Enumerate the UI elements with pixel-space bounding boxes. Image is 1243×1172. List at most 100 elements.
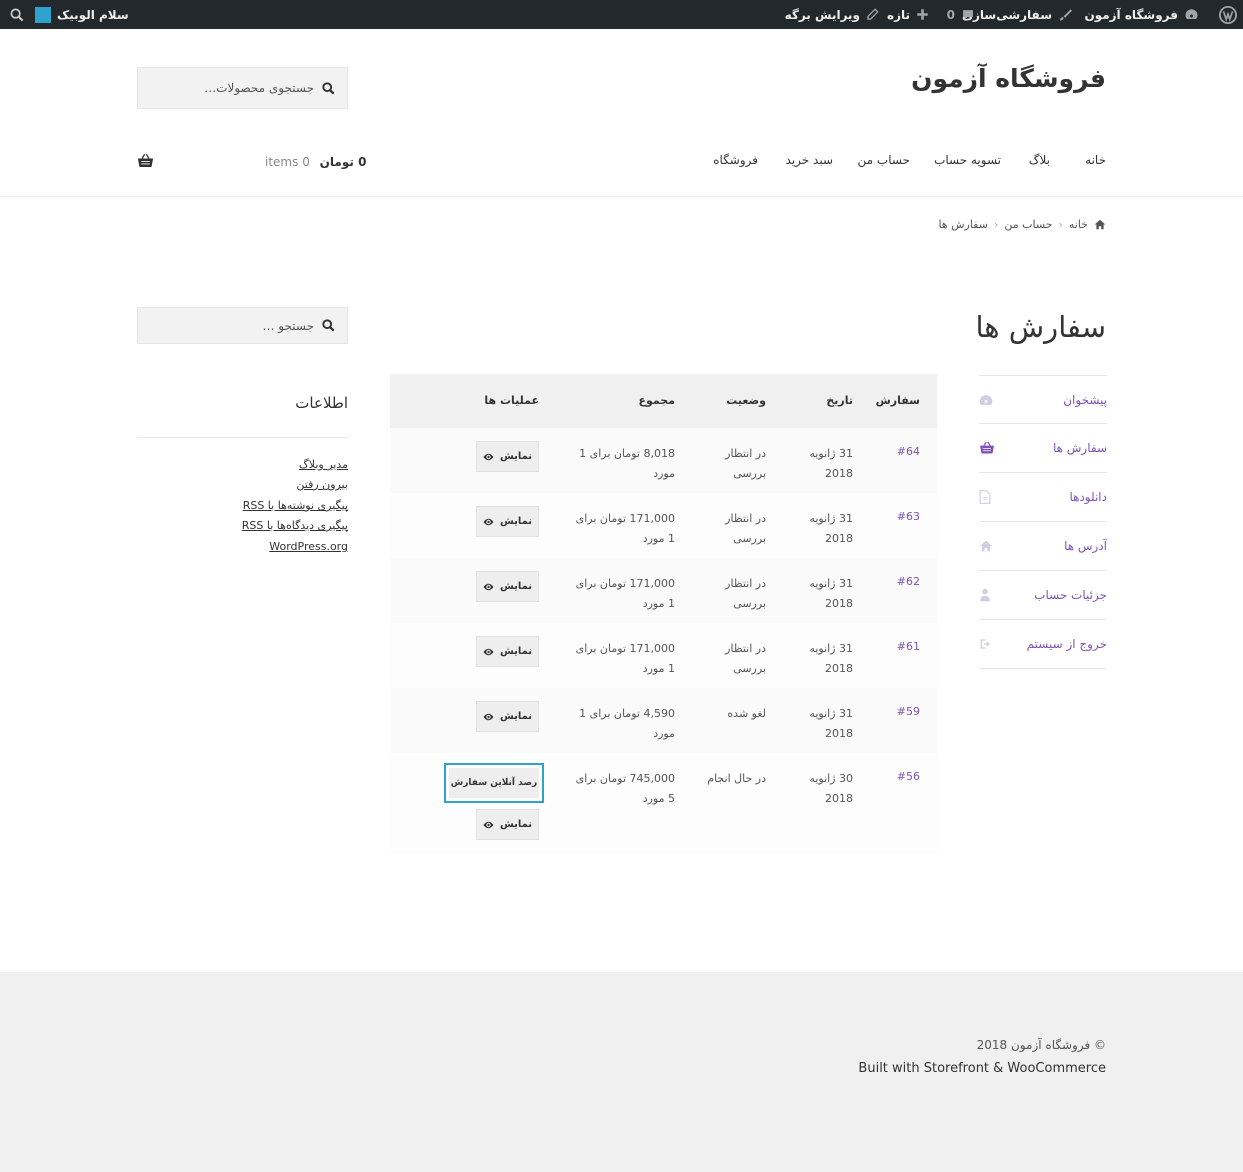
- meta-link-logout[interactable]: بیرون رفتن: [296, 478, 348, 491]
- table-row: #56 30 ژانویه 2018 در حال انجام 745,000 …: [390, 753, 937, 853]
- nav-checkout[interactable]: تسویه حساب: [934, 153, 1001, 167]
- admin-new[interactable]: تازه: [887, 0, 929, 29]
- account-nav-label: جزئیات حساب: [1034, 588, 1107, 602]
- order-number-link[interactable]: #63: [897, 510, 920, 523]
- page-title: سفارش ها: [975, 310, 1106, 344]
- account-nav-account-details[interactable]: جزئیات حساب: [979, 571, 1107, 620]
- file-icon: [979, 490, 991, 504]
- view-order-button[interactable]: نمایش: [476, 506, 539, 537]
- home-icon: [1094, 219, 1106, 230]
- nav-shop[interactable]: فروشگاه: [713, 153, 758, 167]
- eye-icon: [483, 518, 494, 525]
- order-number-link[interactable]: #62: [897, 575, 920, 588]
- meta-link-entries-rss[interactable]: پیگیری نوشته‌ها با RSS: [243, 499, 348, 512]
- admin-customize-label: سفارشی‌سازی: [961, 7, 1052, 22]
- site-footer: © فروشگاه آزمون 2018 Built with Storefro…: [0, 972, 1243, 1172]
- account-nav-logout[interactable]: خروج از سیستم: [979, 620, 1107, 669]
- site-title[interactable]: فروشگاه آزمون: [911, 64, 1106, 93]
- table-row: #62 31 ژانویه 2018 در انتظار بررسی 171,0…: [390, 558, 937, 623]
- order-date: 31 ژانویه 2018: [809, 447, 853, 480]
- brush-icon: [1060, 8, 1072, 21]
- nav-cart[interactable]: سبد خرید: [786, 153, 833, 167]
- account-nav-addresses[interactable]: آدرس ها: [979, 522, 1107, 571]
- sidebar-search-input[interactable]: [150, 318, 314, 333]
- meta-link-wordpress-org[interactable]: WordPress.org: [269, 540, 348, 553]
- order-total: 8,018 تومان برای 1 مورد: [579, 447, 675, 480]
- view-order-button[interactable]: نمایش: [476, 701, 539, 732]
- nav-my-account[interactable]: حساب من: [858, 153, 910, 167]
- order-status: لغو شده: [727, 707, 766, 720]
- order-date: 31 ژانویه 2018: [809, 642, 853, 675]
- basket-icon[interactable]: [137, 153, 154, 169]
- account-nav-label: پیشخوان: [1063, 392, 1107, 407]
- admin-comments-count: 0: [946, 7, 955, 22]
- breadcrumb-current: سفارش ها: [938, 218, 988, 231]
- comment-icon: [963, 9, 973, 20]
- orders-table-header: سفارش تاریخ وضعیت مجموع عملیات ها: [390, 374, 937, 428]
- admin-customize[interactable]: سفارشی‌سازی: [962, 0, 1072, 29]
- view-order-label: نمایش: [499, 819, 533, 830]
- wordpress-icon: [1219, 5, 1237, 24]
- eye-icon: [483, 713, 494, 720]
- view-order-button[interactable]: نمایش: [476, 571, 539, 602]
- admin-edit-page-label: ویرایش برگه: [784, 7, 860, 22]
- meta-link-comments-rss[interactable]: پیگیری دیدگاه‌ها با RSS: [242, 519, 348, 532]
- table-row: #63 31 ژانویه 2018 در انتظار بررسی 171,0…: [390, 493, 937, 558]
- order-number-link[interactable]: #61: [897, 640, 920, 653]
- column-header-actions: عملیات ها: [484, 394, 539, 407]
- view-order-button[interactable]: نمایش: [476, 809, 539, 840]
- header-cart-total[interactable]: 0 تومان 0 items: [265, 155, 366, 169]
- order-total: 171,000 تومان برای 1 مورد: [575, 642, 675, 675]
- eye-icon: [483, 453, 494, 460]
- admin-edit-page[interactable]: ویرایش برگه: [785, 0, 879, 29]
- view-order-label: نمایش: [499, 516, 533, 527]
- order-number-link[interactable]: #59: [897, 705, 920, 718]
- avatar: [35, 6, 51, 23]
- column-header-order: سفارش: [875, 394, 920, 407]
- view-order-button[interactable]: نمایش: [476, 636, 539, 667]
- dashboard-icon: [979, 394, 993, 405]
- product-search: [137, 67, 348, 109]
- account-nav-label: سفارش ها: [1052, 441, 1107, 455]
- search-icon: [10, 8, 24, 21]
- column-header-date: تاریخ: [826, 394, 853, 407]
- account-nav-label: دانلودها: [1069, 490, 1107, 504]
- admin-greeting: سلام الوبیک: [57, 7, 129, 22]
- admin-site-name[interactable]: فروشگاه آزمون: [1084, 0, 1199, 29]
- account-nav-downloads[interactable]: دانلودها: [979, 473, 1107, 522]
- wp-logo-button[interactable]: [1219, 0, 1237, 29]
- breadcrumb: خانه ‹ حساب من ‹ سفارش ها: [938, 218, 1106, 231]
- admin-comments[interactable]: 0: [947, 0, 975, 29]
- meta-link-site-admin[interactable]: مدیر وبلاگ: [299, 458, 348, 471]
- order-total: 745,000 تومان برای 5 مورد: [575, 772, 675, 805]
- account-nav-orders[interactable]: سفارش ها: [979, 424, 1107, 473]
- widget-divider: [137, 437, 348, 438]
- nav-home[interactable]: خانه: [1085, 153, 1106, 167]
- product-search-input[interactable]: [150, 81, 314, 95]
- search-icon: [322, 319, 335, 332]
- view-order-button[interactable]: نمایش: [476, 441, 539, 472]
- admin-bar: فروشگاه آزمون سفارشی‌سازی 0 تازه ویرایش …: [0, 0, 1243, 29]
- eye-icon: [483, 648, 494, 655]
- order-status: در انتظار بررسی: [725, 447, 766, 480]
- admin-new-label: تازه: [886, 7, 910, 22]
- breadcrumb-home[interactable]: خانه: [1069, 218, 1088, 231]
- account-nav-dashboard[interactable]: پیشخوان: [979, 375, 1107, 424]
- nav-blog[interactable]: بلاگ: [1029, 153, 1050, 167]
- breadcrumb-separator: ‹: [993, 218, 999, 231]
- plus-icon: [917, 9, 928, 20]
- order-total: 171,000 تومان برای 1 مورد: [575, 577, 675, 610]
- track-order-button[interactable]: رصد آنلاین سفارش: [444, 763, 544, 803]
- breadcrumb-my-account[interactable]: حساب من: [1004, 218, 1052, 231]
- order-number-link[interactable]: #56: [897, 770, 920, 783]
- column-header-total: مجموع: [638, 394, 675, 407]
- footer-credit-link[interactable]: Built with Storefront & WooCommerce: [858, 1061, 1106, 1076]
- admin-my-account[interactable]: سلام الوبیک: [35, 0, 129, 29]
- order-number-link[interactable]: #64: [897, 445, 920, 458]
- table-row: #61 31 ژانویه 2018 در انتظار بررسی 171,0…: [390, 623, 937, 688]
- order-total: 4,590 تومان برای 1 مورد: [579, 707, 675, 740]
- signout-icon: [980, 639, 990, 649]
- view-order-label: نمایش: [499, 451, 533, 462]
- admin-search-button[interactable]: [10, 0, 24, 29]
- view-order-label: نمایش: [499, 711, 533, 722]
